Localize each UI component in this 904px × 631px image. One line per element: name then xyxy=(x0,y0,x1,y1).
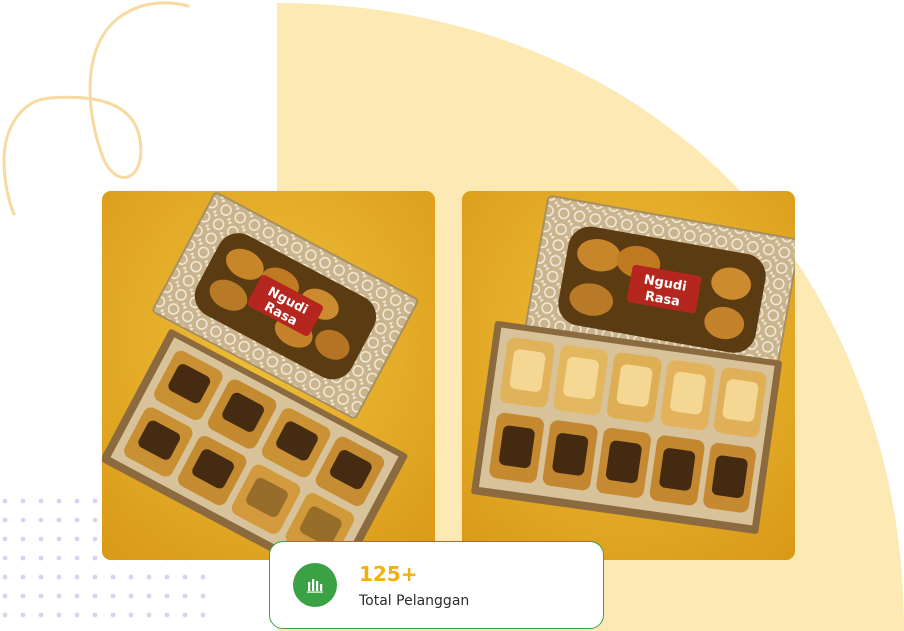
stat-value: 125+ xyxy=(359,562,418,586)
product-photo-cheese-chocolate: Ngudi Rasa xyxy=(462,191,795,560)
customer-stat-card: 125+ Total Pelanggan xyxy=(269,541,604,629)
hero-gallery: Ngudi Rasa Ngudi Rasa 125+ Total Pelangg… xyxy=(0,0,904,631)
product-photo-chocolate: Ngudi Rasa xyxy=(102,191,435,560)
stat-label: Total Pelanggan xyxy=(359,593,470,609)
bar-chart-icon xyxy=(293,563,337,607)
